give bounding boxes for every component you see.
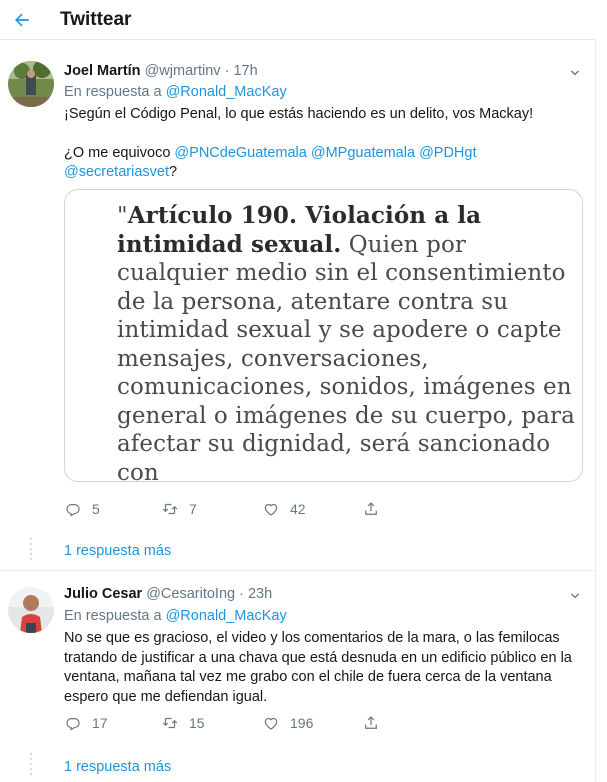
- quote-body: Quien por cualquier medio sin el consent…: [117, 231, 575, 482]
- tweet-text-question: ¿O me equivoco: [64, 144, 171, 161]
- tweet-time[interactable]: 17h: [233, 63, 257, 79]
- quote-open: ": [117, 203, 128, 229]
- attached-image[interactable]: "Artículo 190. Violación a la intimidad …: [64, 189, 583, 482]
- author-name[interactable]: Joel Martín: [64, 63, 141, 79]
- mention-link[interactable]: @PNCdeGuatemala: [174, 145, 306, 161]
- author-name[interactable]: Julio Cesar: [64, 586, 142, 602]
- reply-context: En respuesta a @Ronald_MacKay: [64, 84, 287, 100]
- retweet-count: 7: [189, 501, 197, 517]
- meta-separator: ·: [239, 586, 244, 602]
- tweet-actions: 17 15 196: [64, 712, 484, 734]
- author-handle[interactable]: @wjmartinv: [145, 63, 221, 79]
- retweet-button[interactable]: 7: [161, 498, 197, 520]
- mention-link[interactable]: @MPguatemala: [311, 145, 415, 161]
- page-title: Twittear: [60, 9, 132, 30]
- tweet-text: No se que es gracioso, el video y los co…: [64, 630, 572, 705]
- show-more-replies-link[interactable]: 1 respuesta más: [64, 759, 171, 775]
- tweet-header: Julio Cesar @CesaritoIng · 23h: [64, 586, 272, 602]
- reply-count: 17: [92, 715, 108, 731]
- author-handle[interactable]: @CesaritoIng: [146, 586, 235, 602]
- chevron-down-icon[interactable]: [567, 65, 583, 81]
- tweet-time[interactable]: 23h: [248, 586, 272, 602]
- reply-prefix: En respuesta a: [64, 608, 162, 624]
- retweet-icon: [162, 717, 178, 729]
- share-icon: [365, 716, 377, 729]
- tweet-text-end: ?: [168, 164, 178, 180]
- retweet-count: 15: [189, 715, 205, 731]
- tweet-text: ¡Según el Código Penal, lo que estás hac…: [64, 105, 584, 183]
- reply-button[interactable]: 17: [64, 712, 108, 734]
- meta-separator: ·: [224, 63, 230, 79]
- thread-connector: [30, 538, 32, 563]
- share-button[interactable]: [362, 712, 390, 734]
- tweet-header: Joel Martín @wjmartinv · 17h: [64, 63, 258, 79]
- tweet-text-line: ¿O me equivoco @PNCdeGuatemala @MPguatem…: [64, 144, 584, 183]
- heart-icon: [264, 717, 278, 730]
- avatar[interactable]: [8, 587, 54, 633]
- reply-button[interactable]: 5: [64, 498, 100, 520]
- quote-text: "Artículo 190. Violación a la intimidad …: [117, 202, 577, 482]
- heart-icon: [264, 503, 278, 516]
- like-button[interactable]: 42: [262, 498, 306, 520]
- reply-icon: [66, 718, 80, 731]
- like-count: 196: [290, 715, 314, 731]
- like-button[interactable]: 196: [262, 712, 313, 734]
- tweet[interactable]: Joel Martín @wjmartinv · 17h En respuest…: [0, 41, 596, 568]
- reply-to-link[interactable]: @Ronald_MacKay: [166, 84, 287, 100]
- chevron-down-icon[interactable]: [567, 588, 583, 604]
- tweet-actions: 5 7 42: [64, 498, 484, 520]
- reply-icon: [66, 504, 80, 517]
- tweet[interactable]: Julio Cesar @CesaritoIng · 23h En respue…: [0, 571, 596, 782]
- reply-to-link[interactable]: @Ronald_MacKay: [166, 608, 287, 624]
- back-button[interactable]: [10, 8, 34, 32]
- show-more-replies-link[interactable]: 1 respuesta más: [64, 543, 171, 559]
- arrow-left-icon: [15, 13, 29, 27]
- retweet-button[interactable]: 15: [161, 712, 205, 734]
- retweet-icon: [162, 503, 178, 515]
- reply-prefix: En respuesta a: [64, 84, 162, 100]
- avatar[interactable]: [8, 61, 54, 107]
- reply-count: 5: [92, 501, 100, 517]
- share-icon: [365, 502, 377, 515]
- mention-link[interactable]: @PDHgt: [419, 145, 476, 161]
- tweet-text-line: ¡Según el Código Penal, lo que estás hac…: [64, 106, 534, 122]
- page-header: Twittear: [0, 0, 596, 40]
- share-button[interactable]: [362, 498, 390, 520]
- reply-context: En respuesta a @Ronald_MacKay: [64, 608, 287, 624]
- mention-link[interactable]: @secretariasvet: [64, 164, 169, 180]
- like-count: 42: [290, 501, 306, 517]
- thread-connector: [30, 753, 32, 778]
